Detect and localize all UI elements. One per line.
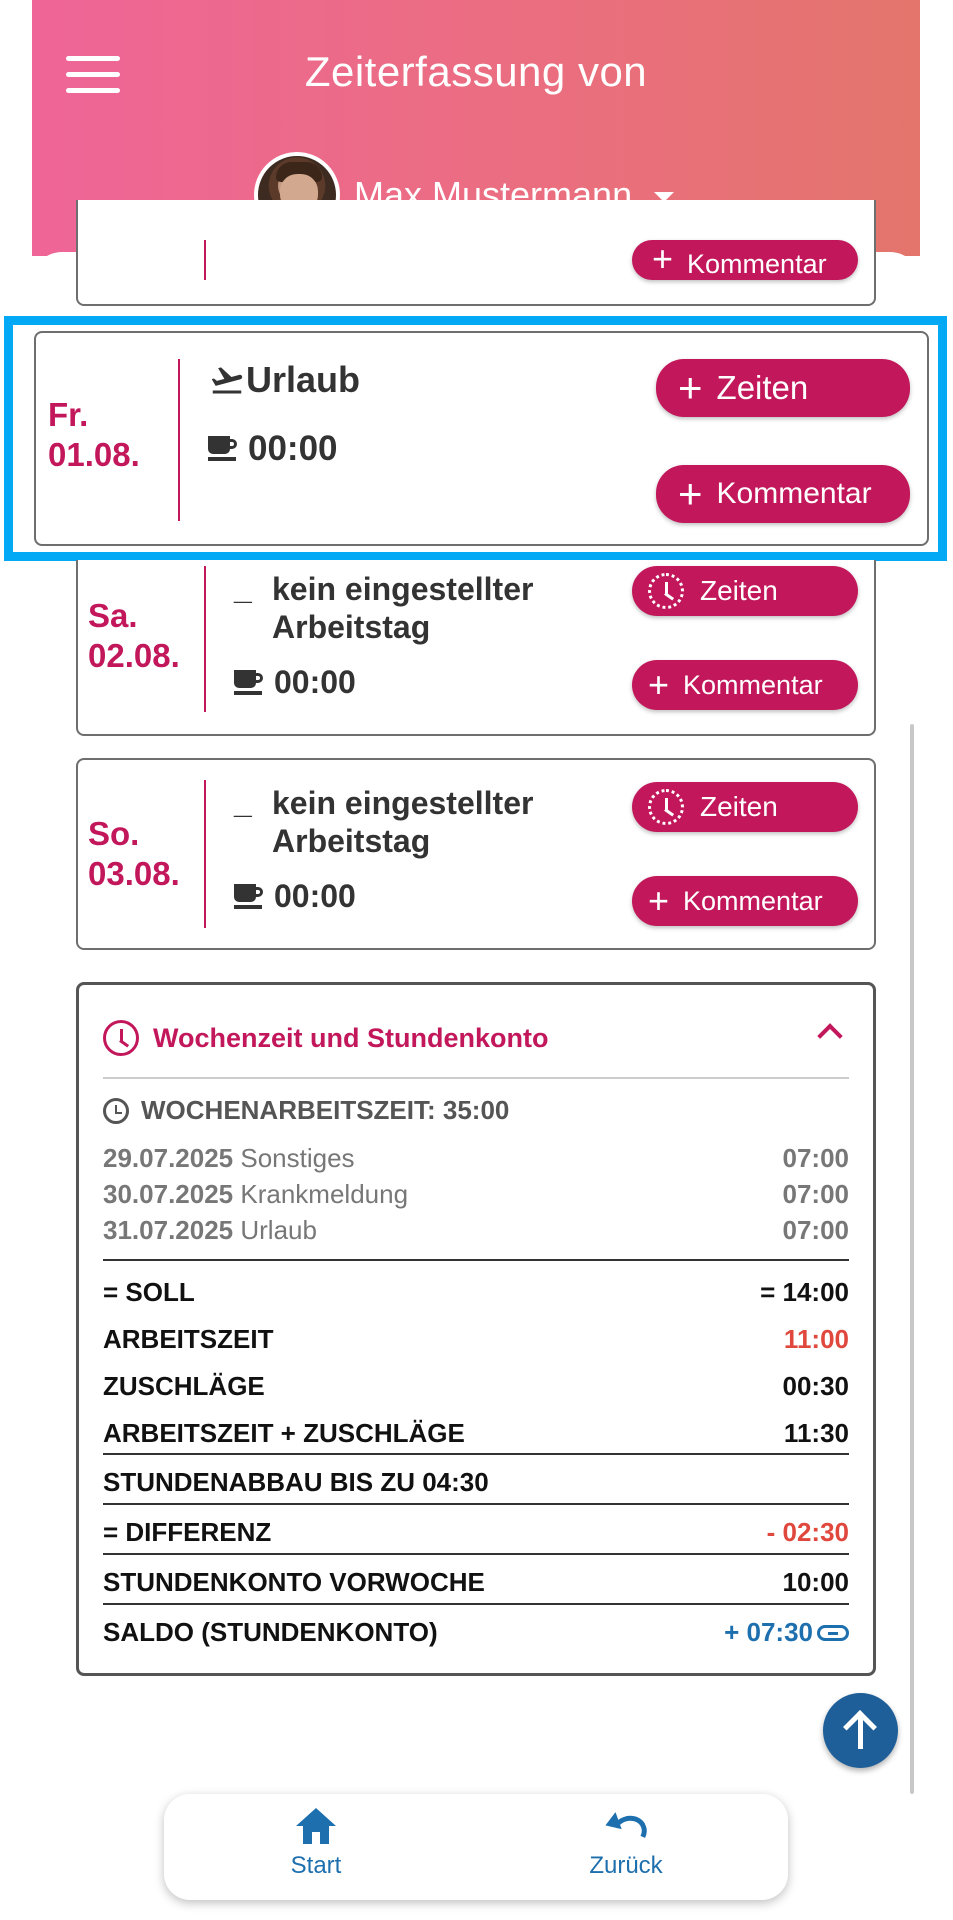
dash-icon: _	[234, 570, 252, 606]
pause-value: 00:00	[274, 664, 356, 700]
times-button[interactable]: Zeiten	[632, 566, 858, 616]
row-value: 11:30	[783, 1418, 849, 1448]
entry-date: 31.07.2025	[103, 1215, 234, 1245]
weekday-label: Sa.	[88, 597, 138, 634]
day-type-line1: kein eingestellter	[272, 785, 534, 821]
clock-icon	[103, 1097, 129, 1124]
row-value: = 14:00	[760, 1277, 849, 1307]
coffee-icon	[234, 882, 264, 912]
row-value: 10:00	[782, 1567, 850, 1597]
row-label: SALDO (STUNDENKONTO)	[103, 1617, 438, 1647]
plus-icon: +	[652, 240, 674, 279]
day-type-line2: Arbeitstag	[272, 609, 431, 645]
entry-date: 30.07.2025	[103, 1179, 234, 1209]
absence-entry: 29.07.2025 Sonstiges 07:00	[103, 1143, 849, 1174]
summary-header[interactable]: Wochenzeit und Stundenkonto	[103, 1013, 849, 1063]
add-comment-button[interactable]: + Kommentar	[632, 660, 858, 710]
row-label: STUNDENKONTO VORWOCHE	[103, 1567, 485, 1597]
bottom-nav: Start Zurück	[164, 1794, 788, 1900]
nav-back[interactable]: Zurück	[546, 1808, 706, 1880]
undo-icon	[602, 1808, 652, 1854]
row-label: ARBEITSZEIT	[103, 1324, 274, 1354]
day-card-sun: So. 03.08. _ kein eingestellter Arbeitst…	[76, 758, 876, 950]
summary-row-vorwoche: STUNDENKONTO VORWOCHE 10:00	[103, 1567, 849, 1598]
day-type-label: kein eingestellter Arbeitstag	[272, 784, 533, 860]
row-label: ZUSCHLÄGE	[103, 1371, 265, 1401]
chevron-up-icon[interactable]	[817, 1023, 843, 1049]
day-date: Sa. 02.08.	[88, 596, 208, 676]
saldo-link[interactable]: + 07:30	[724, 1617, 849, 1648]
day-type-line2: Arbeitstag	[272, 823, 431, 859]
summary-row-stundenabbau: STUNDENABBAU BIS ZU 04:30	[103, 1467, 849, 1498]
row-value: 00:30	[782, 1371, 850, 1401]
row-value: - 02:30	[766, 1517, 849, 1547]
entry-label: Urlaub	[240, 1215, 317, 1245]
entry-value: 07:00	[782, 1215, 850, 1245]
summary-row-differenz: = DIFFERENZ - 02:30	[103, 1517, 849, 1548]
clock-icon	[103, 1020, 139, 1056]
add-comment-button[interactable]: + Kommentar	[632, 876, 858, 926]
add-comment-button[interactable]: + Kommentar	[632, 240, 858, 280]
week-summary-panel: Wochenzeit und Stundenkonto WOCHENARBEIT…	[76, 982, 876, 1676]
row-label: ARBEITSZEIT + ZUSCHLÄGE	[103, 1418, 465, 1448]
comment-label: Kommentar	[683, 885, 823, 916]
clock-icon	[648, 789, 684, 825]
nav-back-label: Zurück	[589, 1852, 663, 1879]
times-label: Zeiten	[700, 575, 778, 606]
day-type-label: kein eingestellter Arbeitstag	[272, 570, 533, 646]
times-button[interactable]: Zeiten	[632, 782, 858, 832]
page-title: Zeiterfassung von	[304, 48, 648, 95]
absence-entry: 30.07.2025 Krankmeldung 07:00	[103, 1179, 849, 1210]
absence-entry: 31.07.2025 Urlaub 07:00	[103, 1215, 849, 1246]
comment-label: Kommentar	[683, 669, 823, 700]
scroll-top-button[interactable]	[823, 1693, 898, 1768]
day-card-previous: + Kommentar	[76, 200, 876, 306]
entry-label: Sonstiges	[240, 1143, 355, 1173]
week-hours: WOCHENARBEITSZEIT: 35:00	[103, 1095, 509, 1126]
entry-label: Krankmeldung	[240, 1179, 409, 1209]
day-card-sat: Sa. 02.08. _ kein eingestellter Arbeitst…	[76, 560, 876, 736]
pause-row: 00:00	[234, 878, 356, 915]
summary-row-zuschlaege: ZUSCHLÄGE 00:30	[103, 1371, 849, 1402]
coffee-icon	[234, 668, 264, 698]
summary-row-saldo: SALDO (STUNDENKONTO) + 07:30	[103, 1617, 849, 1648]
nav-home-label: Start	[290, 1852, 342, 1879]
clock-icon	[648, 573, 684, 609]
weekday-label: So.	[88, 815, 140, 852]
pause-value: 00:00	[274, 878, 356, 914]
pause-row: 00:00	[234, 664, 356, 701]
date-label: 03.08.	[88, 855, 180, 892]
plus-icon: +	[648, 664, 670, 705]
day-type-line1: kein eingestellter	[272, 571, 534, 607]
dash-icon: _	[234, 784, 252, 820]
entry-date: 29.07.2025	[103, 1143, 234, 1173]
row-label: = DIFFERENZ	[103, 1517, 272, 1547]
summary-row-total: ARBEITSZEIT + ZUSCHLÄGE 11:30	[103, 1418, 849, 1449]
scrollbar[interactable]	[910, 724, 914, 1794]
times-label: Zeiten	[700, 791, 778, 822]
link-icon	[817, 1624, 849, 1641]
summary-row-arbeitszeit: ARBEITSZEIT 11:00	[103, 1324, 849, 1355]
date-label: 02.08.	[88, 637, 180, 674]
plus-icon: +	[648, 880, 670, 921]
entry-value: 07:00	[782, 1179, 850, 1209]
comment-label: Kommentar	[687, 249, 827, 279]
nav-home[interactable]: Start	[236, 1808, 396, 1880]
entry-value: 07:00	[782, 1143, 850, 1173]
row-label: STUNDENABBAU BIS ZU 04:30	[103, 1467, 489, 1497]
week-hours-label: WOCHENARBEITSZEIT: 35:00	[141, 1095, 510, 1125]
summary-row-soll: = SOLL = 14:00	[103, 1277, 849, 1308]
row-label: = SOLL	[103, 1277, 195, 1307]
day-date: So. 03.08.	[88, 814, 208, 894]
selection-highlight	[4, 316, 947, 561]
summary-title: Wochenzeit und Stundenkonto	[153, 1022, 549, 1053]
row-value: + 07:30	[724, 1617, 813, 1647]
home-icon	[296, 1808, 336, 1844]
row-value: 11:00	[783, 1324, 849, 1354]
